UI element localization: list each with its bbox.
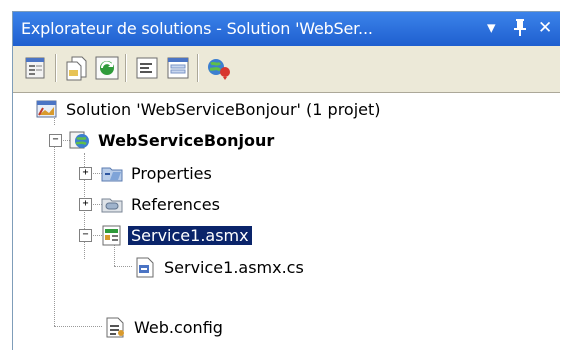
tree-item-properties[interactable]: Properties	[101, 159, 215, 187]
properties-expand-icon[interactable]: +	[79, 167, 92, 180]
toolbar-separator	[197, 54, 199, 82]
tree-item-web-config[interactable]: Web.config	[104, 313, 226, 341]
tree-item-label: Properties	[131, 163, 212, 183]
tree-line	[114, 266, 132, 267]
close-icon[interactable]: ✕	[538, 17, 552, 39]
tree-item-service-code[interactable]: Service1.asmx.cs	[134, 253, 307, 281]
tree-item-service-asmx[interactable]: Service1.asmx	[101, 221, 252, 249]
tree-item-references[interactable]: References	[101, 190, 223, 218]
tree-item-label: References	[131, 194, 220, 214]
panel-title: Explorateur de solutions - Solution 'Web…	[21, 19, 373, 38]
project-collapse-icon[interactable]: −	[49, 134, 62, 147]
properties-icon[interactable]	[23, 54, 49, 82]
toolbar-separator	[125, 54, 127, 82]
service-collapse-icon[interactable]: −	[79, 229, 92, 242]
tree-item-label: Service1.asmx.cs	[164, 257, 304, 277]
auto-hide-pin-icon[interactable]	[512, 17, 528, 43]
properties-folder-icon	[101, 162, 123, 184]
panel-title-bar[interactable]: Explorateur de solutions - Solution 'Web…	[13, 12, 560, 46]
solution-explorer-panel: Explorateur de solutions - Solution 'Web…	[12, 11, 560, 350]
tree-item-label: Solution 'WebServiceBonjour' (1 projet)	[66, 99, 381, 119]
window-position-dropdown-icon[interactable]: ▾	[487, 17, 496, 39]
toolbar-separator	[55, 54, 57, 82]
config-file-icon	[104, 316, 126, 338]
tree-item-label: Service1.asmx	[128, 225, 252, 245]
references-folder-icon	[101, 193, 123, 215]
solution-icon	[36, 98, 58, 120]
asmx-file-icon	[101, 224, 123, 246]
tree-item-project[interactable]: WebServiceBonjour	[68, 126, 277, 154]
show-all-files-icon[interactable]	[64, 54, 90, 82]
panel-toolbar	[13, 46, 560, 93]
solution-tree: − + + − Solution 'WebServiceBonjour' (1 …	[13, 93, 560, 350]
tree-line	[54, 146, 55, 326]
tree-item-solution[interactable]: Solution 'WebServiceBonjour' (1 projet)	[36, 95, 384, 123]
tree-line	[54, 326, 102, 327]
view-designer-icon[interactable]	[165, 54, 191, 82]
refresh-icon[interactable]	[94, 54, 120, 82]
copy-website-icon[interactable]	[206, 54, 232, 82]
references-expand-icon[interactable]: +	[79, 198, 92, 211]
tree-item-label: Web.config	[134, 317, 223, 337]
tree-item-label: WebServiceBonjour	[98, 130, 275, 150]
cs-file-icon	[134, 256, 156, 278]
view-code-icon[interactable]	[134, 54, 160, 82]
web-project-icon	[68, 129, 90, 151]
